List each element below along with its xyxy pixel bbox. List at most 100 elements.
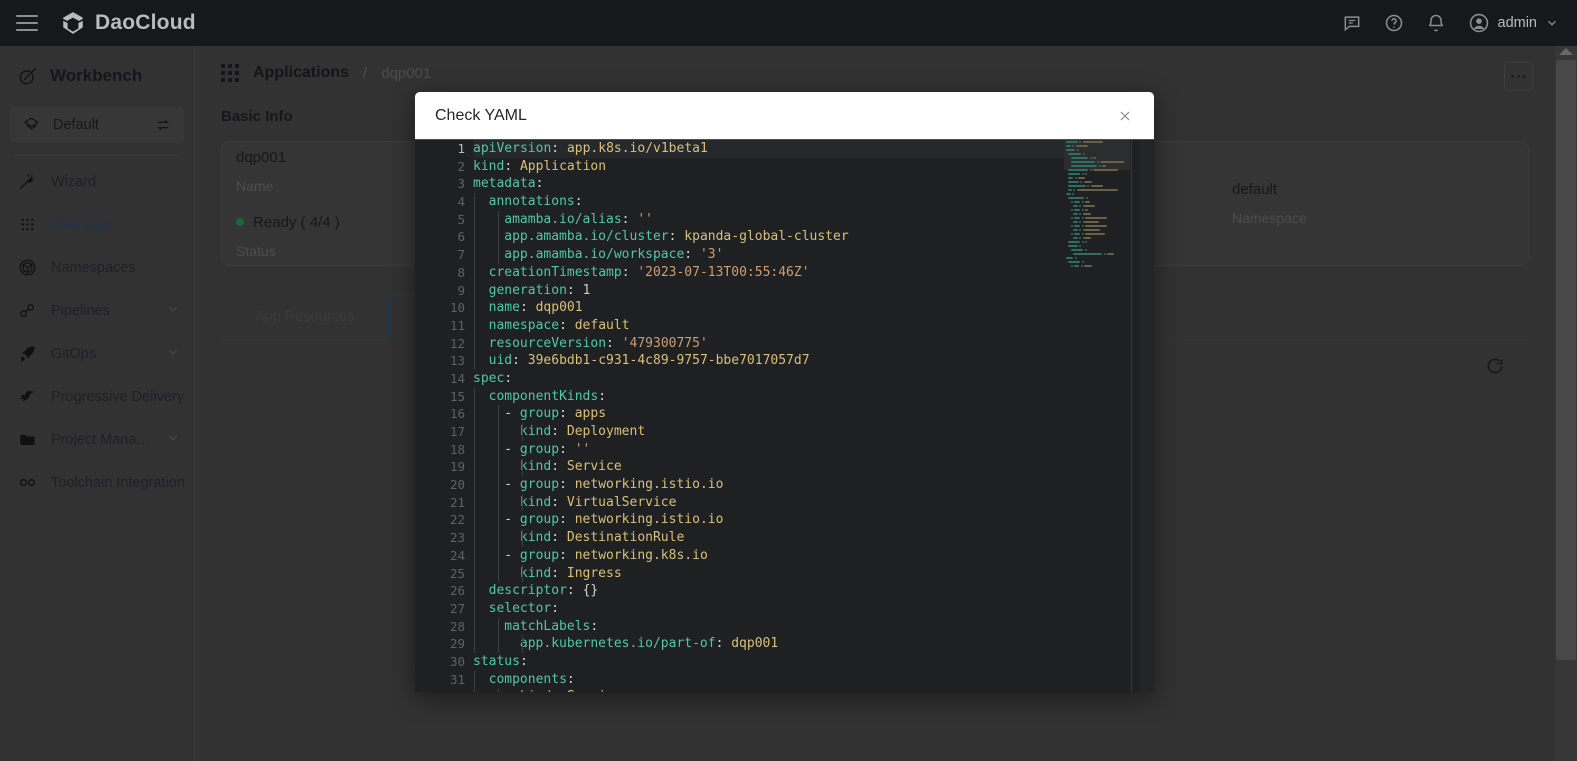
code-line[interactable]: - group: networking.istio.io (473, 511, 1064, 530)
user-menu[interactable]: admin (1468, 12, 1560, 34)
code-line[interactable]: kind: DestinationRule (473, 529, 1064, 547)
code-line[interactable]: uid: 39e6bdb1-c931-4c89-9757-bbe7017057d… (473, 352, 1064, 370)
indent-guide (474, 635, 475, 653)
code-line[interactable]: kind: Service (473, 458, 1064, 477)
brand-logo[interactable]: DaoCloud (60, 10, 196, 36)
code-text: status: (473, 653, 528, 669)
code-line[interactable]: kind: Application (473, 158, 1064, 176)
code-line[interactable]: kind: VirtualService (473, 493, 1064, 512)
code-line[interactable]: - group: '' (473, 440, 1064, 459)
code-line[interactable]: selector: (473, 599, 1064, 618)
line-number: 7 (457, 247, 465, 263)
dialog-title: Check YAML (435, 106, 527, 124)
editor-scrollbar[interactable] (1140, 140, 1154, 692)
code-text: - group: apps (504, 406, 607, 422)
line-number: 14 (449, 370, 465, 386)
code-lines[interactable]: apiVersion: app.k8s.io/v1beta1 kind: Appl… (473, 140, 1064, 692)
indent-guide (498, 440, 499, 459)
code-text: resourceVersion: '479300775' (488, 335, 708, 351)
line-number: 2 (457, 158, 465, 174)
line-number: 9 (457, 282, 465, 298)
code-text: - group: networking.istio.io (504, 512, 724, 528)
code-line[interactable]: app.amamba.io/cluster: kpanda-global-clu… (473, 228, 1064, 247)
code-line[interactable]: creationTimestamp: '2023-07-13T00:55:46Z… (473, 263, 1064, 282)
indent-guide (522, 493, 523, 512)
code-text: kind: DestinationRule (519, 530, 685, 546)
line-number: 28 (449, 618, 465, 634)
line-number: 15 (449, 388, 465, 404)
code-line[interactable]: kind: Ingress (473, 564, 1064, 583)
chevron-down-icon[interactable] (1545, 16, 1559, 30)
line-number: 12 (449, 335, 465, 351)
code-minimap[interactable] (1064, 140, 1130, 692)
line-number: 16 (449, 406, 465, 422)
code-text: - group: networking.k8s.io (504, 547, 708, 563)
code-line[interactable]: annotations: (473, 193, 1064, 211)
indent-guide (474, 246, 475, 264)
line-number: 21 (449, 494, 465, 510)
indent-guide (498, 228, 499, 247)
yaml-code-editor[interactable]: 1 2 3 4 5 6 7 8 9 10 11 12 13 14 15 16 17 18 19 20 21 22 23 24 2… (415, 139, 1154, 692)
code-text: generation: 1 (488, 282, 591, 298)
indent-guide (474, 299, 475, 317)
line-number: 24 (449, 547, 465, 563)
code-line[interactable]: spec: (473, 370, 1064, 388)
code-text: apiVersion: app.k8s.io/v1beta1 (473, 141, 708, 156)
code-line[interactable]: matchLabels: (473, 617, 1064, 636)
code-line[interactable]: namespace: default (473, 316, 1064, 335)
indent-guide (474, 511, 475, 530)
line-number: 18 (449, 441, 465, 457)
code-text: namespace: default (488, 317, 630, 333)
indent-guide (498, 458, 499, 477)
indent-guide (498, 617, 499, 636)
code-line[interactable]: - group: networking.k8s.io (473, 546, 1064, 565)
code-line[interactable]: app.amamba.io/workspace: '3' (473, 246, 1064, 264)
code-line[interactable]: descriptor: {} (473, 582, 1064, 600)
code-line[interactable]: metadata: (473, 175, 1064, 193)
bell-icon[interactable] (1426, 13, 1446, 33)
code-line[interactable]: generation: 1 (473, 281, 1064, 300)
code-line[interactable]: app.kubernetes.io/part-of: dqp001 (473, 635, 1064, 653)
indent-guide (498, 476, 499, 494)
code-line[interactable]: components: (473, 670, 1064, 689)
indent-guide (474, 599, 475, 618)
indent-guide (522, 458, 523, 477)
indent-guide (474, 405, 475, 423)
indent-guide (474, 387, 475, 406)
code-text: app.kubernetes.io/part-of: dqp001 (519, 636, 779, 652)
code-line[interactable]: status: (473, 653, 1064, 671)
code-line[interactable]: - kind: Service (473, 688, 1064, 692)
code-line[interactable]: name: dqp001 (473, 299, 1064, 317)
brand-name: DaoCloud (95, 11, 196, 34)
code-line[interactable]: - group: networking.istio.io (473, 476, 1064, 494)
indent-guide (474, 210, 475, 229)
code-text: annotations: (488, 194, 583, 210)
indent-guide (474, 670, 475, 689)
indent-guide (498, 405, 499, 423)
line-number: 13 (449, 353, 465, 369)
code-text: uid: 39e6bdb1-c931-4c89-9757-bbe7017057d… (488, 353, 810, 369)
code-text: components: (488, 671, 575, 687)
user-avatar-icon (1468, 12, 1490, 34)
code-line[interactable]: amamba.io/alias: '' (473, 210, 1064, 229)
indent-guide (522, 635, 523, 653)
code-line[interactable]: resourceVersion: '479300775' (473, 334, 1064, 353)
code-text: kind: Application (473, 158, 607, 174)
chat-icon[interactable] (1342, 13, 1362, 33)
code-line[interactable]: kind: Deployment (473, 423, 1064, 441)
daocloud-cube-icon (63, 12, 83, 34)
indent-guide (474, 263, 475, 282)
indent-guide (474, 281, 475, 300)
line-number: 25 (449, 565, 465, 581)
code-line[interactable]: componentKinds: (473, 387, 1064, 406)
indent-guide (474, 352, 475, 370)
line-number: 27 (449, 600, 465, 616)
hamburger-icon[interactable] (16, 15, 38, 31)
indent-guide (474, 458, 475, 477)
code-line[interactable]: apiVersion: app.k8s.io/v1beta1 (473, 140, 1064, 158)
help-circle-icon[interactable] (1384, 13, 1404, 33)
close-icon[interactable] (1112, 103, 1138, 129)
code-text: - kind: Service (473, 689, 621, 692)
code-line[interactable]: - group: apps (473, 405, 1064, 423)
code-scroll-area[interactable]: 1 2 3 4 5 6 7 8 9 10 11 12 13 14 15 16 17 18 19 20 21 22 23 24 2… (415, 140, 1064, 692)
